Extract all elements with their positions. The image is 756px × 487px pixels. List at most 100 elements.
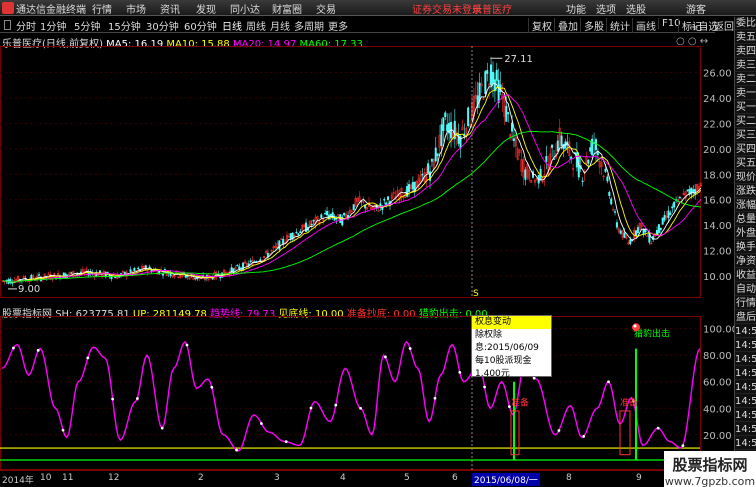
side-panel-item[interactable]: 涨幅 [735, 199, 756, 212]
side-panel-item[interactable]: 卖二 [735, 73, 756, 86]
menu-market[interactable]: 市场 [126, 1, 146, 16]
side-panel-item[interactable]: 买五 [735, 157, 756, 170]
side-panel-item[interactable]: 卖四 [735, 45, 756, 58]
side-panel-item[interactable]: 总量 [735, 213, 756, 226]
candle [556, 140, 559, 152]
candle [289, 233, 292, 240]
candle [507, 112, 510, 115]
menu-options[interactable]: 选项 [596, 1, 616, 16]
tab-5min[interactable]: 5分钟 [74, 18, 100, 33]
menu-hq[interactable]: 行情 [92, 1, 112, 16]
candle [383, 199, 386, 201]
candle [581, 180, 584, 183]
candle [387, 196, 390, 201]
side-panel-item[interactable]: 14:5 [735, 325, 756, 338]
tab-30min[interactable]: 30分钟 [146, 18, 179, 33]
side-panel-item[interactable]: 自动 [735, 283, 756, 296]
menu-discover[interactable]: 发现 [196, 1, 216, 16]
side-panel-item[interactable]: 外盘 [735, 227, 756, 240]
price-chart[interactable]: 26.00 24.00 22.00 20.00 18.00 16.00 14.00 12.00… [0, 46, 734, 298]
side-panel-item[interactable]: 14:5 [735, 423, 756, 436]
menu-tongxiaoda[interactable]: 同小达 [230, 1, 260, 16]
menu-function[interactable]: 功能 [566, 1, 586, 16]
period-toolbar: 分时 1分钟 5分钟 15分钟 30分钟 60分钟 日线 周线 月线 多周期 更… [0, 17, 715, 33]
side-panel-item[interactable]: 14:5 [735, 395, 756, 408]
tab-1min[interactable]: 1分钟 [40, 18, 66, 33]
side-panel-item[interactable]: 行情 [735, 297, 756, 310]
candle [678, 197, 681, 199]
menu-pick[interactable]: 选股 [626, 1, 646, 16]
side-panel-item[interactable]: 14:5 [735, 437, 756, 450]
candle [436, 153, 439, 156]
date-label: 5 [404, 473, 410, 483]
side-panel-item[interactable]: 净资 [735, 255, 756, 268]
side-panel-item[interactable]: 卖三 [735, 59, 756, 72]
prepare-label: 准备 [620, 397, 638, 409]
menu-news[interactable]: 资讯 [160, 1, 180, 16]
candle [669, 212, 672, 216]
candle [326, 211, 329, 216]
candle [278, 240, 281, 250]
tool-overlay[interactable]: 叠加 [554, 18, 578, 33]
tool-draw[interactable]: 画线 [632, 18, 656, 33]
tab-fenshi[interactable]: 分时 [16, 18, 36, 33]
tooltip-line2: 每10股派现金1.400元 [475, 356, 532, 379]
candle [594, 139, 597, 151]
indicator-frame [0, 316, 701, 470]
signal-dot [483, 385, 486, 389]
candle [484, 71, 487, 94]
price-axis-label: 14.00 [703, 221, 732, 232]
signal-dot [309, 406, 313, 410]
candle [490, 64, 493, 86]
tool-fuquan[interactable]: 复权 [528, 18, 552, 33]
side-panel-item[interactable]: 14:5 [735, 339, 756, 352]
tool-back[interactable]: 返回 [714, 18, 734, 33]
price-axis-label: 18.00 [703, 170, 732, 181]
grid-icon[interactable] [4, 20, 11, 30]
watermark-url: www.7gpzb.com [664, 475, 756, 487]
candle [495, 69, 498, 81]
side-panel-item[interactable]: 14:5 [735, 409, 756, 422]
tab-monthly[interactable]: 月线 [270, 18, 290, 33]
tab-more[interactable]: 更多 [328, 18, 348, 33]
candle [299, 231, 302, 234]
watermark-title: 股票指标网 [672, 456, 748, 474]
side-panel-item[interactable]: 买一 [735, 101, 756, 114]
tab-multi[interactable]: 多周期 [294, 18, 324, 33]
side-panel-item[interactable]: 卖五 [735, 31, 756, 44]
side-panel-item[interactable]: 委比 [735, 17, 756, 30]
candle [346, 215, 349, 219]
guest-label[interactable]: 游客 [686, 1, 706, 16]
candle [614, 211, 617, 213]
candle [66, 274, 69, 276]
side-panel-item[interactable]: 14:5 [735, 381, 756, 394]
tab-60min[interactable]: 60分钟 [184, 18, 217, 33]
indicator-chart[interactable]: 100.0080.0060.0040.0020.00准备准备猎豹出击 [0, 316, 734, 470]
side-panel-item[interactable]: 盘后 [735, 311, 756, 324]
side-panel-item[interactable]: 14:5 [735, 367, 756, 380]
signal-dot [111, 397, 115, 401]
side-panel-item[interactable]: 卖一 [735, 87, 756, 100]
tab-15min[interactable]: 15分钟 [108, 18, 141, 33]
side-panel-item[interactable]: 收益 [735, 269, 756, 282]
side-panel-item[interactable]: 涨跌 [735, 185, 756, 198]
tab-weekly[interactable]: 周线 [246, 18, 266, 33]
side-panel-item[interactable]: 现价 [735, 171, 756, 184]
candle [310, 223, 313, 226]
tooltip-line1: 除权除息:2015/06/09 [475, 330, 539, 353]
menu-trade[interactable]: 交易 [316, 1, 336, 16]
side-panel-item[interactable]: 买二 [735, 115, 756, 128]
tab-daily[interactable]: 日线 [222, 18, 242, 33]
menu-wealth[interactable]: 财富圈 [272, 1, 302, 16]
candle [411, 182, 414, 190]
candle [37, 274, 40, 276]
side-panel-item[interactable]: 换手 [735, 241, 756, 254]
candle [692, 189, 695, 193]
candle [644, 229, 647, 233]
candle [295, 231, 298, 234]
tool-multistock[interactable]: 多股 [580, 18, 604, 33]
side-panel-item[interactable]: 买三 [735, 129, 756, 142]
side-panel-item[interactable]: 14:5 [735, 353, 756, 366]
side-panel-item[interactable]: 买四 [735, 143, 756, 156]
tool-stats[interactable]: 统计 [606, 18, 630, 33]
